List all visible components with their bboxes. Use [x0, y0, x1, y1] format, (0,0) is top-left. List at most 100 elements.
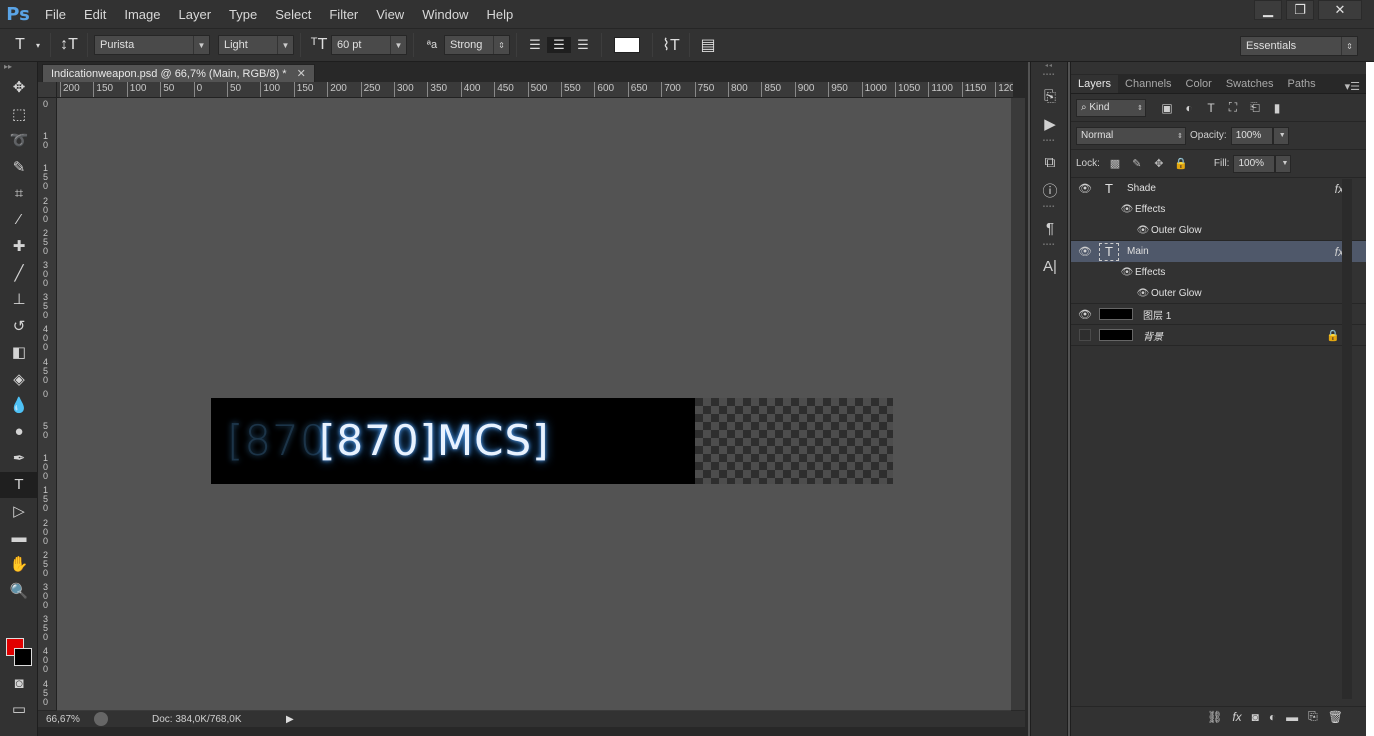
- layer-main[interactable]: 👁 T Main fx: [1071, 241, 1366, 262]
- adjustment-layer-icon[interactable]: ◐: [1269, 710, 1276, 724]
- quick-mask-icon[interactable]: ◙: [0, 670, 38, 697]
- panel-collapse-icon[interactable]: ▸▸: [0, 62, 37, 74]
- layer-effects-row[interactable]: 👁 Effects: [1071, 199, 1366, 220]
- layer-effects-row[interactable]: 👁 Effects: [1071, 262, 1366, 283]
- new-group-icon[interactable]: ▬: [1286, 710, 1298, 724]
- lock-transparent-icon[interactable]: ▩: [1104, 157, 1126, 170]
- status-info-icon[interactable]: [94, 712, 108, 726]
- eye-icon[interactable]: 👁: [1135, 288, 1151, 299]
- eye-icon[interactable]: 👁: [1135, 225, 1151, 236]
- filter-kind-select[interactable]: ⌕ Kind ⇕: [1076, 98, 1146, 117]
- type-tool-icon[interactable]: T: [0, 471, 38, 498]
- character-panel-icon[interactable]: ▤: [696, 35, 720, 55]
- menu-window[interactable]: Window: [413, 0, 477, 28]
- font-family-select[interactable]: Purista ▼: [94, 35, 210, 55]
- workspace-select[interactable]: Essentials ⇕: [1240, 36, 1358, 56]
- trash-icon[interactable]: 🗑: [1328, 710, 1343, 724]
- rectangle-tool-icon[interactable]: ▬: [0, 525, 38, 552]
- paragraph-panel-icon[interactable]: ¶: [1031, 214, 1069, 242]
- horizontal-ruler[interactable]: 200 150 100 50 0 50 100 150 200 250 300 350 400 450 50…: [57, 82, 1013, 98]
- opacity-input[interactable]: 100%: [1230, 126, 1273, 145]
- dock-collapse-icon[interactable]: ◂◂: [1031, 62, 1067, 72]
- tab-paths[interactable]: Paths: [1281, 75, 1323, 93]
- eraser-tool-icon[interactable]: ◧: [0, 339, 38, 366]
- close-icon[interactable]: ✕: [297, 67, 306, 80]
- crop-tool-icon[interactable]: ⌗: [0, 180, 38, 207]
- eye-icon[interactable]: 👁: [1071, 182, 1099, 195]
- pen-tool-icon[interactable]: ✒: [0, 445, 38, 472]
- vertical-scrollbar[interactable]: [1011, 98, 1025, 710]
- color-swatches[interactable]: [6, 638, 36, 668]
- dodge-tool-icon[interactable]: ●: [0, 419, 38, 446]
- add-mask-icon[interactable]: ◙: [1252, 710, 1259, 724]
- blur-tool-icon[interactable]: 💧: [0, 392, 38, 419]
- lock-position-icon[interactable]: ✥: [1148, 157, 1170, 170]
- restore-button[interactable]: ❐: [1286, 0, 1314, 20]
- eye-icon[interactable]: 👁: [1071, 245, 1099, 258]
- path-selection-tool-icon[interactable]: ▷: [0, 498, 38, 525]
- align-center-icon[interactable]: ☰: [547, 37, 571, 53]
- lasso-tool-icon[interactable]: ➰: [0, 127, 38, 154]
- move-tool-icon[interactable]: ✥: [0, 74, 38, 101]
- tab-layers[interactable]: Layers: [1071, 75, 1119, 93]
- eyedropper-tool-icon[interactable]: ⁄: [0, 207, 38, 234]
- link-layers-icon[interactable]: ⛓: [1207, 710, 1222, 724]
- filter-type-icon[interactable]: T: [1200, 101, 1222, 115]
- warp-text-icon[interactable]: ⌇T: [659, 35, 683, 55]
- background-color[interactable]: [14, 648, 32, 666]
- lock-all-icon[interactable]: 🔒: [1170, 157, 1192, 170]
- text-color-swatch[interactable]: [614, 37, 640, 53]
- menu-select[interactable]: Select: [266, 0, 320, 28]
- layer-shade[interactable]: 👁 T Shade fx: [1071, 178, 1366, 199]
- layer-background[interactable]: 背景 🔒: [1071, 325, 1366, 346]
- type-tool-preset-icon[interactable]: T: [8, 36, 32, 54]
- preset-dropdown-icon[interactable]: ▾: [32, 41, 44, 50]
- screen-mode-icon[interactable]: ▭: [0, 696, 38, 723]
- info-panel-icon[interactable]: ⓘ: [1031, 176, 1069, 204]
- menu-help[interactable]: Help: [477, 0, 522, 28]
- filter-smart-object-icon[interactable]: ⎗: [1244, 100, 1266, 115]
- font-size-select[interactable]: 60 pt ▼: [331, 35, 407, 55]
- clone-stamp-tool-icon[interactable]: ⊥: [0, 286, 38, 313]
- align-left-icon[interactable]: ☰: [523, 37, 547, 53]
- menu-edit[interactable]: Edit: [75, 0, 115, 28]
- panel-menu-icon[interactable]: ▾☰: [1345, 80, 1366, 93]
- menu-view[interactable]: View: [367, 0, 413, 28]
- fx-icon[interactable]: fx: [1232, 710, 1241, 724]
- lock-image-icon[interactable]: ✎: [1126, 157, 1148, 170]
- zoom-level[interactable]: 66,67%: [38, 714, 90, 725]
- toggle-text-orientation-icon[interactable]: ↕T: [57, 36, 81, 54]
- tab-channels[interactable]: Channels: [1118, 75, 1178, 93]
- status-menu-arrow-icon[interactable]: ▶: [286, 714, 294, 725]
- eye-icon[interactable]: 👁: [1119, 267, 1135, 278]
- opacity-dropdown[interactable]: ▼: [1272, 126, 1289, 145]
- minimize-button[interactable]: ▁: [1254, 0, 1282, 20]
- blend-mode-select[interactable]: Normal ⇕: [1076, 126, 1186, 145]
- tab-swatches[interactable]: Swatches: [1219, 75, 1281, 93]
- menu-layer[interactable]: Layer: [170, 0, 221, 28]
- fill-input[interactable]: 100%: [1233, 154, 1276, 173]
- character-panel-icon[interactable]: A|: [1031, 252, 1069, 280]
- healing-brush-tool-icon[interactable]: ✚: [0, 233, 38, 260]
- antialias-select[interactable]: Strong ⇕: [444, 35, 510, 55]
- fill-dropdown[interactable]: ▼: [1275, 154, 1292, 173]
- eye-icon[interactable]: 👁: [1071, 308, 1099, 321]
- marquee-tool-icon[interactable]: ⬚: [0, 101, 38, 128]
- 3d-panel-icon[interactable]: ⧉: [1031, 148, 1069, 176]
- filter-adjustment-icon[interactable]: ◐: [1178, 101, 1200, 115]
- tab-color[interactable]: Color: [1179, 75, 1219, 93]
- layers-scrollbar[interactable]: [1342, 179, 1352, 699]
- filter-pixel-icon[interactable]: ▣: [1156, 101, 1178, 115]
- menu-file[interactable]: File: [36, 0, 75, 28]
- zoom-tool-icon[interactable]: 🔍: [0, 578, 38, 605]
- filter-shape-icon[interactable]: ⛶: [1222, 100, 1244, 115]
- canvas[interactable]: [870 [870]MCS]: [57, 98, 1011, 710]
- filter-toggle-icon[interactable]: ▮: [1266, 101, 1288, 115]
- visibility-toggle[interactable]: [1071, 329, 1099, 341]
- layer-effect-item[interactable]: 👁 Outer Glow: [1071, 220, 1366, 241]
- align-right-icon[interactable]: ☰: [571, 37, 595, 53]
- actions-panel-icon[interactable]: ▶: [1031, 110, 1069, 138]
- brush-tool-icon[interactable]: ╱: [0, 260, 38, 287]
- hand-tool-icon[interactable]: ✋: [0, 551, 38, 578]
- menu-image[interactable]: Image: [115, 0, 169, 28]
